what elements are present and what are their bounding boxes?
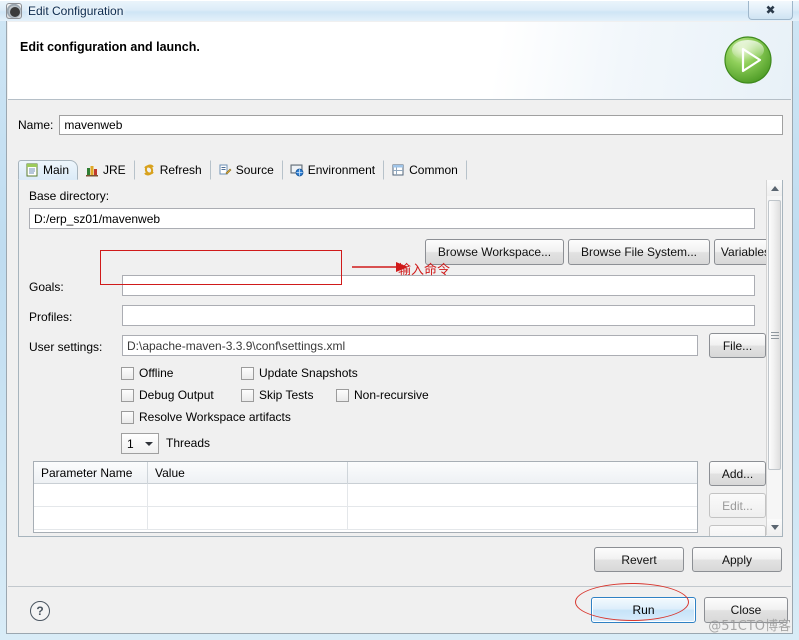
checkbox-skip-tests[interactable]: Skip Tests: [241, 388, 313, 402]
checkbox-non-recursive[interactable]: Non-recursive: [336, 388, 429, 402]
close-icon: ✖: [765, 3, 776, 17]
scroll-up-button[interactable]: [767, 180, 782, 196]
tab-label: Main: [43, 163, 70, 177]
triangle-down-icon: [770, 524, 779, 530]
goals-input[interactable]: [122, 275, 755, 296]
source-pencil-icon: [219, 164, 232, 175]
name-label: Name:: [18, 118, 54, 132]
checkbox-resolve-workspace-artifacts[interactable]: Resolve Workspace artifacts: [121, 410, 291, 424]
checkbox-box[interactable]: [241, 366, 254, 380]
checkbox-label: Offline: [139, 366, 174, 380]
chevron-down-icon: [145, 441, 153, 446]
checkbox-box[interactable]: [121, 410, 134, 424]
profiles-input[interactable]: [122, 305, 755, 326]
tab-jre[interactable]: JRE: [78, 160, 135, 180]
refresh-arrows-icon: [143, 164, 154, 176]
browse-workspace-button[interactable]: Browse Workspace...: [425, 239, 564, 265]
name-input[interactable]: [59, 115, 783, 135]
threads-value: 1: [127, 436, 134, 451]
threads-dropdown[interactable]: 1: [121, 433, 159, 454]
window-title: Edit Configuration: [28, 4, 124, 18]
checkbox-label: Resolve Workspace artifacts: [139, 410, 291, 424]
triangle-up-icon: [770, 185, 779, 191]
threads-label: Threads: [166, 436, 211, 450]
checkbox-update-snapshots[interactable]: Update Snapshots: [241, 366, 358, 380]
tab-source[interactable]: Source: [211, 160, 283, 180]
column-header-value[interactable]: Value: [148, 462, 348, 484]
user-settings-file-button[interactable]: File...: [709, 333, 766, 358]
tab-label: Source: [235, 163, 274, 177]
column-header-parameter-name[interactable]: Parameter Name: [34, 462, 148, 484]
run-button[interactable]: Run: [591, 597, 696, 623]
tab-bar: Main JRE Refresh Source Environment Comm…: [18, 160, 783, 181]
table-cell: [348, 484, 697, 507]
scrollbar-thumb[interactable]: [768, 200, 781, 470]
grip-lines-icon: [770, 331, 779, 339]
table-row[interactable]: [34, 507, 697, 530]
books-icon: [86, 166, 99, 177]
checkbox-box[interactable]: [121, 366, 134, 380]
revert-button[interactable]: Revert: [594, 547, 684, 572]
window-close-button[interactable]: ✖: [748, 1, 793, 20]
tab-environment[interactable]: Environment: [283, 160, 385, 180]
checkbox-box[interactable]: [241, 388, 254, 402]
document-icon: [26, 163, 38, 177]
browse-file-system-button[interactable]: Browse File System...: [568, 239, 710, 265]
vertical-scrollbar[interactable]: [766, 180, 782, 535]
profiles-label: Profiles:: [29, 310, 73, 324]
window-title-bar: Edit Configuration ✖: [0, 0, 799, 21]
goals-label: Goals:: [29, 280, 64, 294]
edit-parameter-button: Edit...: [709, 493, 766, 518]
checkbox-box[interactable]: [336, 388, 349, 402]
parameter-table[interactable]: Parameter Name Value: [33, 461, 698, 533]
green-run-play-icon: [724, 36, 772, 84]
tab-label: Environment: [307, 163, 376, 177]
remove-parameter-button: [709, 525, 766, 536]
tab-label: JRE: [103, 163, 126, 177]
common-table-icon: [392, 164, 404, 176]
table-cell: [148, 507, 348, 530]
add-parameter-button[interactable]: Add...: [709, 461, 766, 486]
table-cell: [348, 507, 697, 530]
table-cell: [34, 484, 148, 507]
checkbox-label: Debug Output: [139, 388, 214, 402]
tab-common[interactable]: Common: [384, 160, 467, 180]
tab-main[interactable]: Main: [18, 160, 79, 180]
base-directory-label: Base directory:: [29, 189, 110, 203]
user-settings-label: User settings:: [29, 340, 103, 354]
edit-configuration-window: Edit Configuration ✖ Edit configuration …: [0, 0, 799, 636]
scroll-down-button[interactable]: [767, 519, 782, 535]
tab-label: Common: [409, 163, 458, 177]
environment-monitor-icon: [290, 164, 304, 177]
checkbox-debug-output[interactable]: Debug Output: [121, 388, 214, 402]
checkbox-label: Update Snapshots: [259, 366, 358, 380]
checkbox-box[interactable]: [121, 388, 134, 402]
dialog-footer: ? Run Close: [8, 587, 791, 633]
checkbox-label: Non-recursive: [354, 388, 429, 402]
table-header-row: Parameter Name Value: [34, 462, 697, 484]
banner-title: Edit configuration and launch.: [20, 40, 200, 54]
apply-button[interactable]: Apply: [692, 547, 782, 572]
gear-icon: [6, 3, 22, 19]
close-dialog-button[interactable]: Close: [704, 597, 788, 623]
dialog-header-banner: Edit configuration and launch.: [8, 22, 791, 100]
configuration-name-row: Name:: [18, 114, 783, 136]
help-question-icon[interactable]: ?: [30, 601, 50, 621]
main-tab-content: Base directory: Browse Workspace... Brow…: [19, 180, 782, 536]
checkbox-offline[interactable]: Offline: [121, 366, 173, 380]
main-tab-scroll-area: Base directory: Browse Workspace... Brow…: [18, 180, 783, 537]
dialog-body: Edit configuration and launch. Name: mav…: [6, 21, 793, 634]
table-cell: [34, 507, 148, 530]
tab-label: Refresh: [159, 163, 202, 177]
revert-apply-row: Revert Apply: [18, 543, 783, 577]
table-row[interactable]: [34, 484, 697, 507]
table-cell: [148, 484, 348, 507]
checkbox-label: Skip Tests: [259, 388, 314, 402]
tab-refresh[interactable]: Refresh: [135, 160, 211, 180]
column-header-extra[interactable]: [348, 462, 697, 484]
user-settings-input[interactable]: [122, 335, 698, 356]
base-directory-input[interactable]: [29, 208, 755, 229]
